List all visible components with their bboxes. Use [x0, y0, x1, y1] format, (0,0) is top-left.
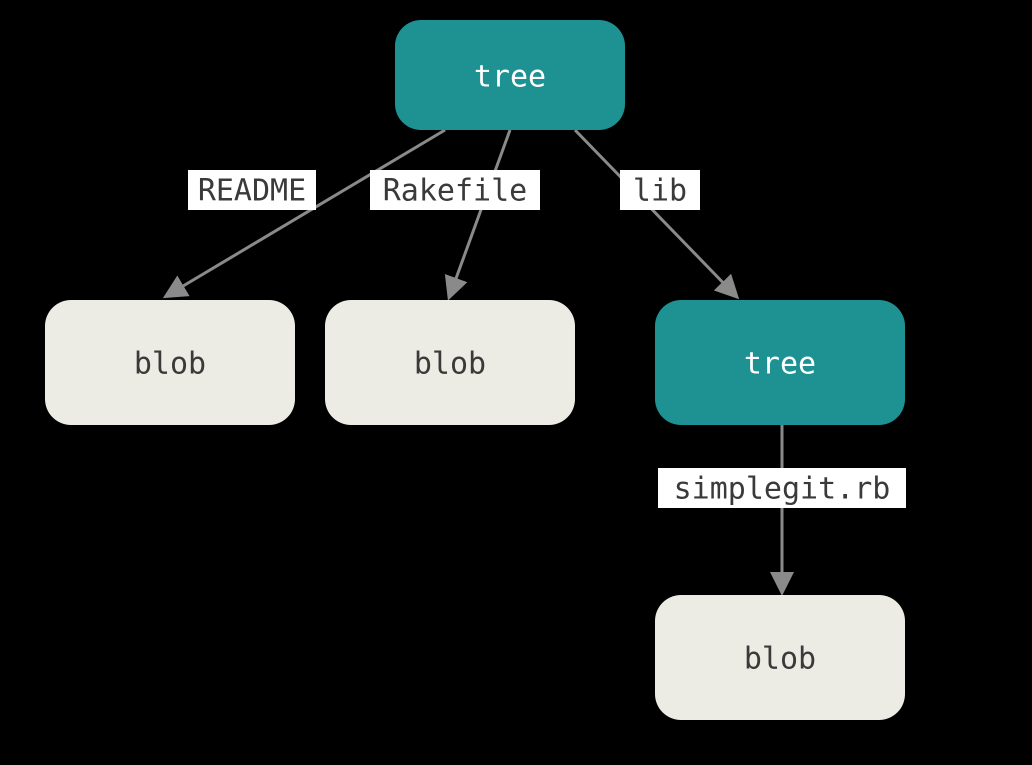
node-root-tree-label: tree [474, 60, 546, 95]
node-readme-blob-label: blob [134, 347, 206, 382]
node-rakefile-blob-label: blob [414, 347, 486, 382]
git-object-tree-diagram: README Rakefile lib simplegit.rb tree bl… [0, 0, 1032, 765]
edge-label-simplegit: simplegit.rb [674, 472, 891, 507]
node-simplegit-blob-label: blob [744, 642, 816, 677]
edge-label-rakefile: Rakefile [383, 174, 528, 209]
edge-label-lib: lib [633, 174, 687, 209]
edge-root-readme [168, 130, 445, 295]
edge-root-rakefile [450, 130, 510, 295]
edge-root-lib [575, 130, 735, 295]
node-lib-tree-label: tree [744, 347, 816, 382]
edge-label-readme: README [198, 174, 306, 209]
